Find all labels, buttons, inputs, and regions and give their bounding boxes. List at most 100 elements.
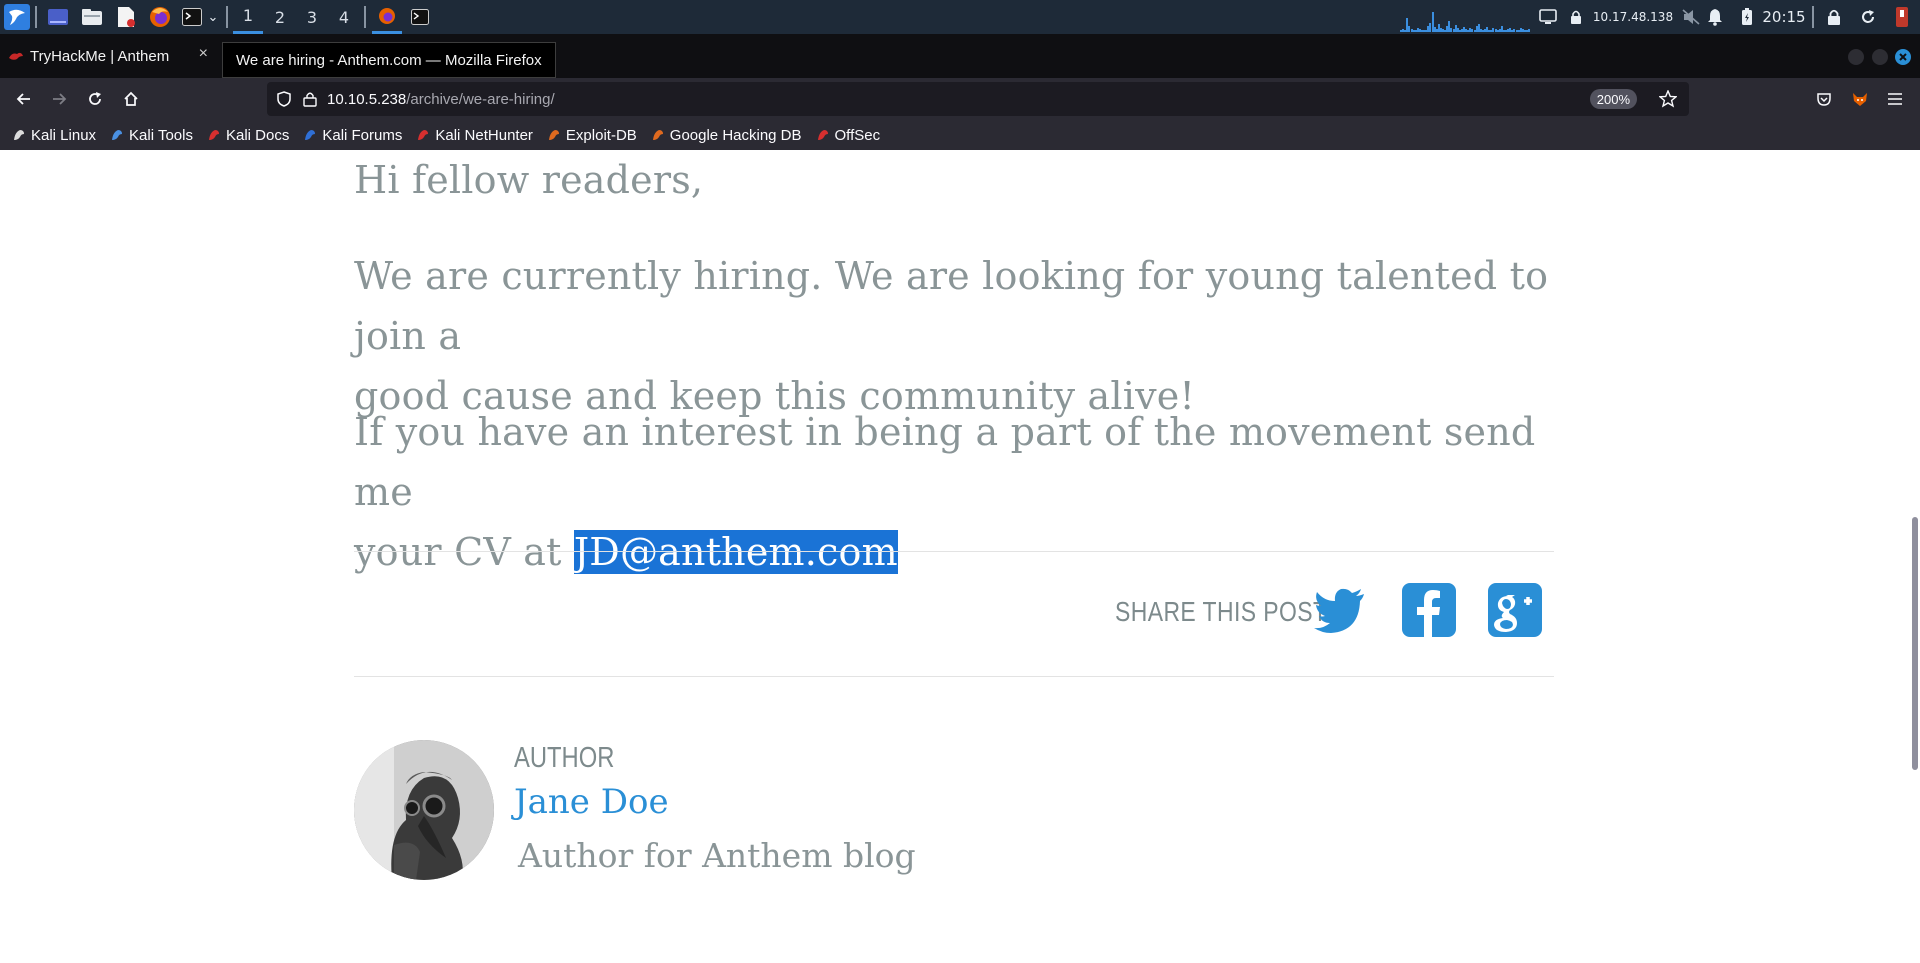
vpn-ip-address: 10.17.48.138 <box>1592 10 1674 24</box>
taskbar-terminal-window[interactable] <box>406 0 434 34</box>
article-paragraph-cv: If you have an interest in being a part … <box>354 402 1554 582</box>
notifications-bell-icon[interactable] <box>1702 0 1728 34</box>
bookmark-item[interactable]: Exploit-DB <box>547 127 637 144</box>
tab-tryhackme-anthem[interactable]: TryHackMe | Anthem × <box>0 34 222 78</box>
maximize-button[interactable] <box>1872 49 1888 65</box>
nethunter-icon <box>418 130 429 140</box>
kali-tools-icon <box>112 130 123 140</box>
shield-icon[interactable] <box>276 91 292 107</box>
facebook-share-icon[interactable] <box>1402 583 1456 637</box>
lock-insecure-icon[interactable] <box>303 91 317 107</box>
bookmark-label: Exploit-DB <box>565 126 637 144</box>
refresh-session-icon[interactable] <box>1854 0 1882 34</box>
bookmark-star-icon[interactable] <box>1659 90 1677 108</box>
clock[interactable]: 20:15 <box>1760 0 1808 34</box>
taskbar-firefox-window[interactable] <box>372 0 402 34</box>
reload-icon <box>89 92 101 105</box>
bookmark-item[interactable]: OffSec <box>816 126 881 144</box>
terminal-icon[interactable] <box>180 0 204 34</box>
net-bar <box>1528 29 1531 32</box>
bookmark-item[interactable]: Kali Linux <box>12 127 96 144</box>
bookmarks-toolbar: Kali Linux Kali Tools Kali Docs Kali Forums… <box>0 120 1920 150</box>
extension-button[interactable] <box>1846 85 1874 113</box>
arrow-left-icon <box>16 93 30 105</box>
window-title-tooltip: We are hiring - Anthem.com — Mozilla Fir… <box>222 42 556 78</box>
zoom-level-button[interactable]: 200% <box>1589 89 1637 109</box>
desktop-icon[interactable] <box>44 0 72 34</box>
bookmark-item[interactable]: Kali Forums <box>303 127 402 144</box>
page-scrollbar-thumb[interactable] <box>1912 517 1918 770</box>
article-paragraph-hiring: We are currently hiring. We are looking … <box>354 246 1554 426</box>
url-text[interactable]: 10.10.5.238/archive/we-are-hiring/ <box>327 82 555 116</box>
arrow-right-icon <box>53 93 67 105</box>
author-bio: Author for Anthem blog <box>518 836 916 875</box>
url-host: 10.10.5.238 <box>327 90 407 108</box>
close-window-button[interactable] <box>1895 49 1911 65</box>
google-plus-share-icon[interactable] <box>1488 583 1542 637</box>
author-name-link[interactable]: Jane Doe <box>514 782 669 822</box>
forward-button[interactable] <box>45 85 73 113</box>
navigation-toolbar: 10.10.5.238/archive/we-are-hiring/ 200% <box>0 78 1920 120</box>
display-icon[interactable] <box>1535 0 1561 34</box>
kali-menu-icon[interactable] <box>2 0 32 34</box>
author-avatar[interactable] <box>354 740 494 880</box>
vpn-lock-icon[interactable] <box>1567 0 1585 34</box>
tab-close-icon[interactable]: × <box>199 45 208 63</box>
cv-prefix-text: your CV at <box>354 530 574 574</box>
reload-button[interactable] <box>81 85 109 113</box>
offsec-icon <box>817 130 828 140</box>
kali-forums-icon <box>305 130 316 140</box>
chevron-down-icon[interactable]: ⌄ <box>204 0 222 34</box>
hamburger-menu-icon <box>1888 93 1902 105</box>
exploit-db-icon <box>548 130 559 140</box>
back-button[interactable] <box>10 85 38 113</box>
divider <box>354 676 1554 677</box>
bookmark-label: Kali Linux <box>31 126 97 144</box>
minimize-button[interactable] <box>1848 49 1864 65</box>
bookmark-item[interactable]: Kali Tools <box>110 127 193 144</box>
desktop-top-panel: ⌄ 1 2 3 4 10.17.48.138 20:15 <box>0 0 1920 34</box>
tryhackme-favicon-icon <box>9 52 23 60</box>
paragraph-line: We are currently hiring. We are looking … <box>354 254 1549 358</box>
share-post-label: SHARE THIS POST <box>1115 596 1328 627</box>
article-greeting: Hi fellow readers, <box>354 158 704 202</box>
bookmark-item[interactable]: Kali NetHunter <box>416 127 533 144</box>
file-manager-icon[interactable] <box>78 0 106 34</box>
text-editor-icon[interactable] <box>112 0 140 34</box>
web-page-content: Hi fellow readers, We are currently hiri… <box>0 150 1904 963</box>
bookmark-label: OffSec <box>834 126 881 144</box>
bookmark-label: Kali Forums <box>322 126 403 144</box>
power-icon[interactable] <box>1888 0 1916 34</box>
pocket-icon <box>1817 93 1831 106</box>
workspace-4[interactable]: 4 <box>329 0 359 34</box>
kali-icon <box>14 130 24 140</box>
home-button[interactable] <box>117 85 145 113</box>
firefox-icon[interactable] <box>146 0 174 34</box>
pocket-button[interactable] <box>1810 85 1838 113</box>
url-path: /archive/we-are-hiring/ <box>406 90 555 108</box>
paragraph-line: your CV at JD@anthem.com <box>354 522 1554 582</box>
browser-tab-bar: TryHackMe | Anthem × We are hiring - Ant… <box>0 34 1920 78</box>
ghdb-icon <box>652 130 663 140</box>
workspace-2[interactable]: 2 <box>265 0 295 34</box>
battery-charging-icon[interactable] <box>1736 0 1758 34</box>
bookmark-label: Google Hacking DB <box>669 126 802 144</box>
home-icon <box>124 91 138 106</box>
kali-docs-icon <box>208 130 219 140</box>
bookmark-item[interactable]: Google Hacking DB <box>651 127 802 144</box>
plague-doctor-portrait <box>354 740 494 880</box>
app-menu-button[interactable] <box>1881 85 1909 113</box>
volume-muted-icon[interactable] <box>1678 0 1704 34</box>
bookmark-label: Kali Tools <box>129 126 193 144</box>
lock-screen-icon[interactable] <box>1820 0 1848 34</box>
bookmark-label: Kali NetHunter <box>435 126 533 144</box>
workspace-1[interactable]: 1 <box>233 0 263 34</box>
paragraph-line: If you have an interest in being a part … <box>354 410 1536 514</box>
workspace-3[interactable]: 3 <box>297 0 327 34</box>
bookmark-item[interactable]: Kali Docs <box>207 127 289 144</box>
email-link[interactable]: JD@anthem.com <box>573 530 898 574</box>
address-bar[interactable]: 10.10.5.238/archive/we-are-hiring/ 200% <box>267 82 1689 116</box>
twitter-share-icon[interactable] <box>1314 583 1368 637</box>
tab-label: TryHackMe | Anthem <box>30 47 170 65</box>
author-label: AUTHOR <box>514 742 615 774</box>
